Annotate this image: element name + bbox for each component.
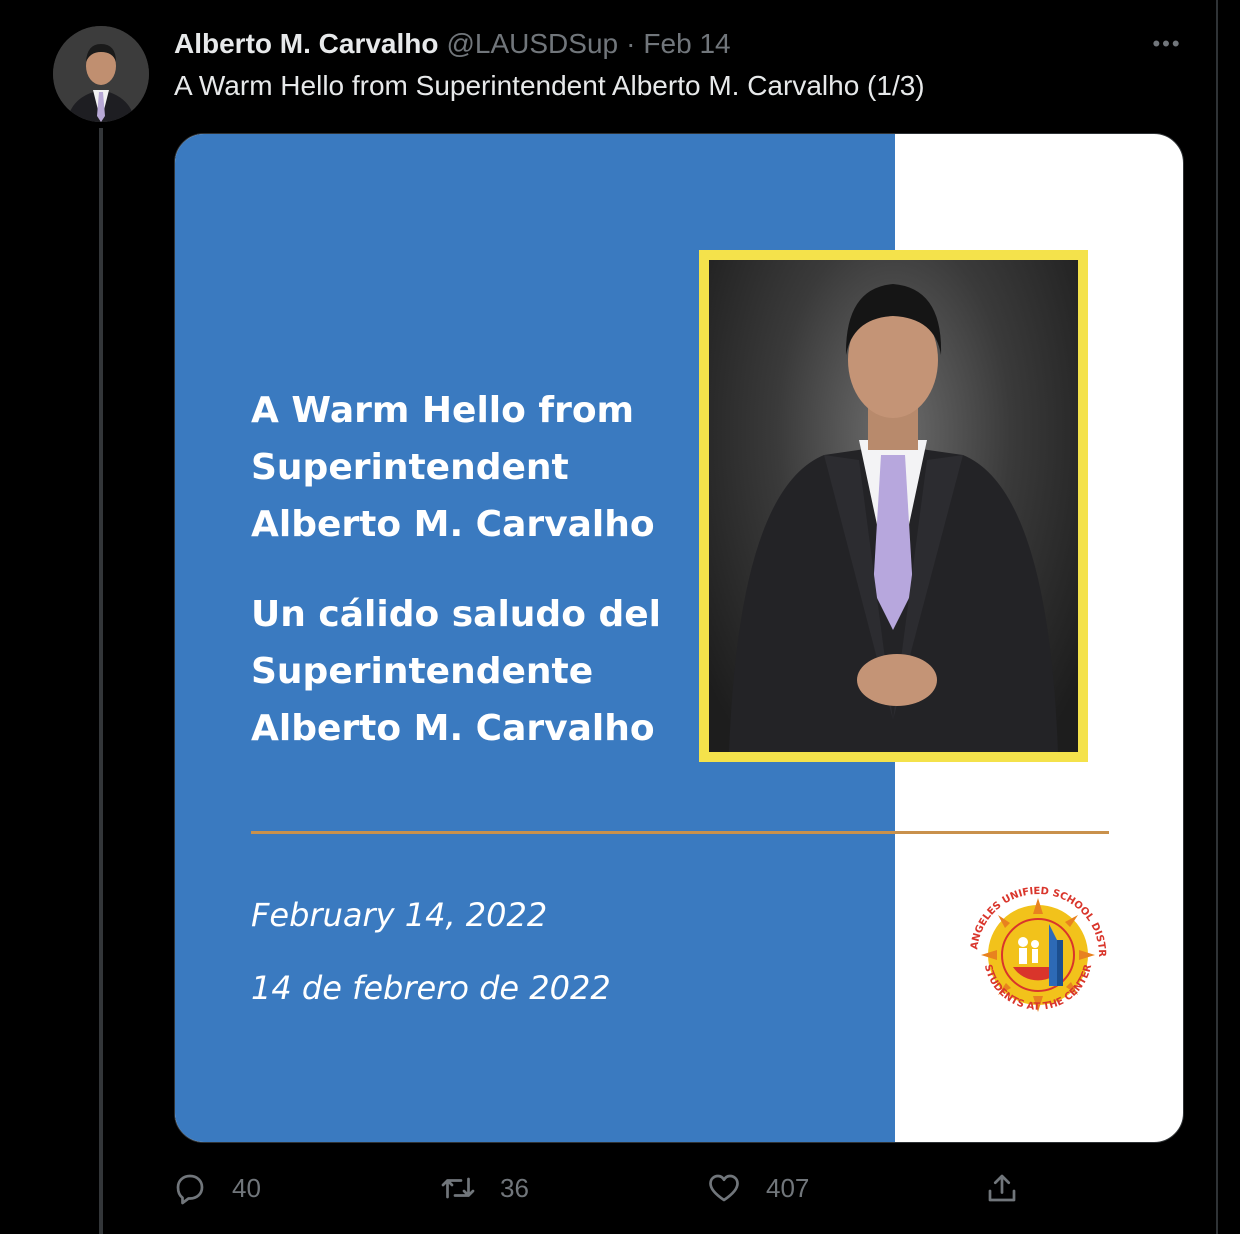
- avatar[interactable]: [53, 26, 149, 122]
- portrait-photo: [699, 250, 1088, 762]
- card-title-spanish: Un cálido saludo del Superintendente Alb…: [251, 586, 661, 757]
- card-date-english: February 14, 2022: [251, 896, 548, 934]
- divider-line: [251, 831, 1109, 834]
- card-line: Alberto M. Carvalho: [251, 708, 655, 749]
- share-icon: [988, 1174, 1016, 1202]
- separator-dot: ·: [626, 28, 636, 59]
- tweet-actions: 40 36 407: [0, 1166, 1240, 1210]
- portrait-figure: [729, 284, 1058, 752]
- card-line: Superintendent: [251, 447, 569, 488]
- tweet-header: Alberto M. Carvalho @LAUSDSup · Feb 14: [174, 24, 731, 64]
- lausd-logo: LOS ANGELES UNIFIED SCHOOL DISTRICT STUD…: [953, 866, 1119, 1036]
- reply-icon: [176, 1174, 204, 1205]
- reply-count: 40: [232, 1172, 261, 1203]
- share-button[interactable]: [984, 1166, 1044, 1210]
- retweet-icon: [441, 1177, 475, 1199]
- column-border: [1216, 0, 1218, 1234]
- tweet-text: A Warm Hello from Superintendent Alberto…: [174, 70, 925, 101]
- reply-button[interactable]: 40: [172, 1166, 261, 1210]
- tweet-date[interactable]: Feb 14: [643, 28, 730, 60]
- retweet-button[interactable]: 36: [440, 1166, 529, 1210]
- card-line: Superintendente: [251, 651, 594, 692]
- card-date-spanish: 14 de febrero de 2022: [251, 969, 611, 1007]
- author-handle[interactable]: @LAUSDSup: [446, 28, 618, 60]
- author-name[interactable]: Alberto M. Carvalho: [174, 28, 438, 60]
- card-title-english: A Warm Hello from Superintendent Alberto…: [251, 382, 655, 553]
- avatar-portrait: [53, 26, 149, 122]
- like-icon: [709, 1174, 739, 1202]
- more-options-icon[interactable]: •••: [1150, 30, 1184, 58]
- like-button[interactable]: 407: [706, 1166, 809, 1210]
- card-line: Un cálido saludo del: [251, 594, 661, 635]
- card-line: A Warm Hello from: [251, 390, 635, 431]
- card-line: Alberto M. Carvalho: [251, 504, 655, 545]
- tweet-media-image[interactable]: A Warm Hello from Superintendent Alberto…: [174, 133, 1184, 1143]
- retweet-count: 36: [500, 1172, 529, 1203]
- like-count: 407: [766, 1172, 810, 1203]
- thread-line: [99, 128, 103, 1234]
